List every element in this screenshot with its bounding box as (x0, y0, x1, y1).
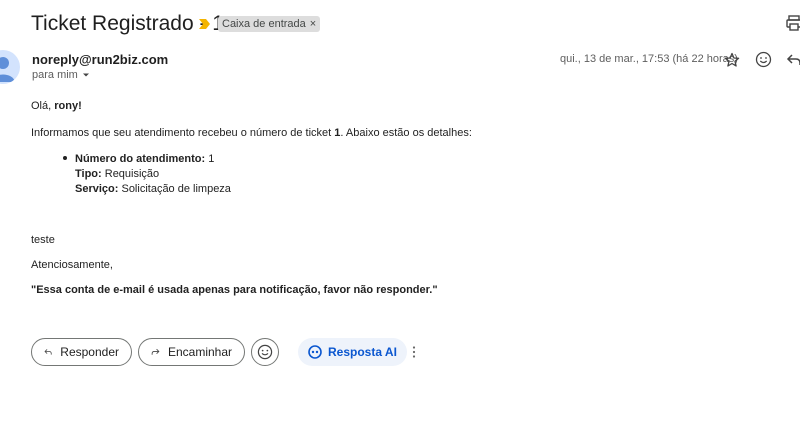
detail-value: Requisição (101, 168, 160, 180)
remove-label-icon[interactable]: × (310, 16, 316, 32)
list-bullet (63, 156, 67, 160)
detail-label: Serviço: (75, 183, 119, 195)
ai-bot-icon (308, 345, 322, 359)
avatar[interactable] (0, 50, 20, 84)
ai-reply-label: Resposta AI (328, 345, 397, 359)
star-icon[interactable] (724, 52, 740, 68)
closing-line: Atenciosamente, (31, 259, 113, 271)
intro-paragraph: Informamos que seu atendimento recebeu o… (31, 127, 472, 139)
no-reply-notice: "Essa conta de e-mail é usada apenas par… (31, 284, 438, 296)
detail-value: Solicitação de limpeza (118, 183, 231, 195)
detail-label: Número do atendimento: (75, 153, 206, 165)
ai-reply-button[interactable]: Resposta AI (298, 338, 407, 366)
emoji-reaction-button[interactable] (251, 338, 279, 366)
recipient-label: para mim (32, 69, 78, 81)
chevron-down-icon[interactable] (82, 71, 90, 79)
reply-icon[interactable] (786, 52, 800, 68)
forward-icon (151, 348, 160, 355)
ticket-details-list: Número do atendimento: 1 Tipo: Requisiçã… (75, 152, 231, 197)
detail-item: Serviço: Solicitação de limpeza (75, 182, 231, 197)
emoji-icon (257, 344, 273, 360)
intro-prefix: Informamos que seu atendimento recebeu o… (31, 127, 335, 139)
extra-note: teste (31, 234, 55, 246)
email-date: qui., 13 de mar., 17:53 (há 22 horas) (560, 53, 738, 65)
more-vertical-icon[interactable] (409, 345, 419, 359)
detail-label: Tipo: (75, 168, 102, 180)
detail-item: Número do atendimento: 1 (75, 152, 231, 167)
detail-item: Tipo: Requisição (75, 167, 231, 182)
intro-suffix: . Abaixo estão os detalhes: (340, 127, 472, 139)
detail-value: 1 (205, 153, 215, 165)
greeting: Olá, rony! (31, 100, 82, 112)
importance-marker-icon[interactable] (198, 17, 212, 31)
forward-label: Encaminhar (167, 345, 232, 359)
forward-button[interactable]: Encaminhar (138, 338, 245, 366)
reply-button[interactable]: Responder (31, 338, 132, 366)
inbox-label-text: Caixa de entrada (222, 18, 306, 30)
greeting-name: rony! (54, 100, 82, 112)
email-subject: Ticket Registrado - 1 (31, 12, 224, 35)
emoji-icon[interactable] (755, 51, 772, 68)
recipient-details[interactable]: para mim (32, 69, 90, 81)
sender-email[interactable]: noreply@run2biz.com (32, 52, 168, 67)
greeting-prefix: Olá, (31, 100, 55, 112)
user-avatar-icon (0, 57, 15, 82)
inbox-label-chip[interactable]: Caixa de entrada × (218, 16, 321, 32)
print-icon[interactable] (786, 15, 800, 31)
reply-label: Responder (60, 345, 119, 359)
reply-icon (44, 349, 52, 355)
